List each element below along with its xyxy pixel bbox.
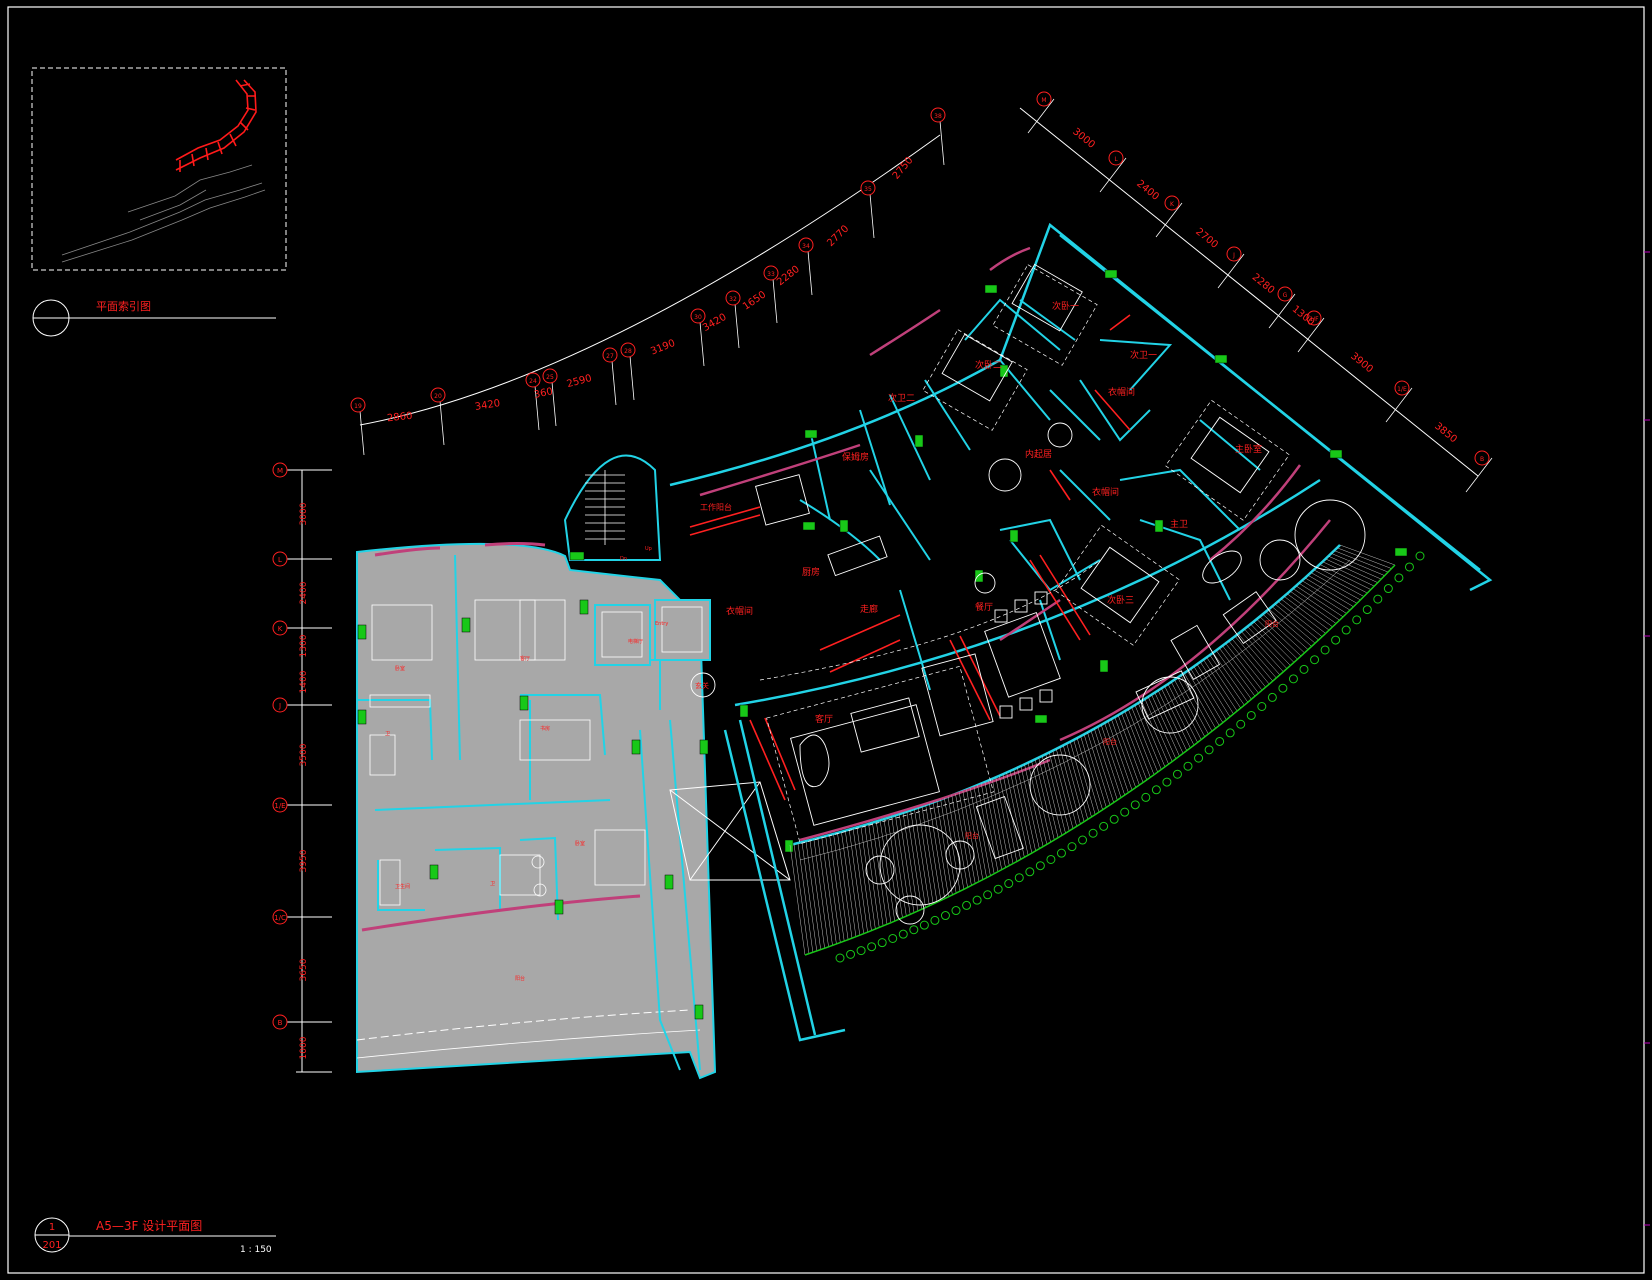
canvas-background bbox=[0, 0, 1652, 1280]
svg-text:卫生间: 卫生间 bbox=[395, 883, 410, 890]
room-label-yangtai1: 阳台 bbox=[1265, 619, 1279, 628]
axis-label-right: M bbox=[1041, 97, 1046, 104]
room-label-yangtai2: 阳台 bbox=[1103, 737, 1117, 746]
room-label-ciwo2: 次卧二 bbox=[975, 359, 1002, 371]
room-label-ciwei1: 次卫一 bbox=[1130, 349, 1157, 361]
room-label-ciwei2: 次卫二 bbox=[888, 392, 915, 404]
axis-label-top: 28 bbox=[624, 348, 632, 355]
room-label-keting: 客厅 bbox=[815, 713, 833, 725]
dimension-left: 2400 bbox=[299, 581, 309, 604]
axis-label-right: B bbox=[1480, 456, 1484, 463]
key-plan-title: 平面索引图 bbox=[96, 299, 151, 313]
room-label-chufang: 厨房 bbox=[802, 566, 820, 578]
axis-label-right: 1/E bbox=[1397, 386, 1407, 393]
axis-label-left: M bbox=[277, 467, 283, 475]
svg-text:客厅: 客厅 bbox=[520, 655, 530, 662]
dimension-left: 1000 bbox=[299, 1036, 309, 1059]
axis-label-top: 19 bbox=[354, 403, 362, 410]
dimension-left: 3650 bbox=[299, 958, 309, 981]
svg-text:卫: 卫 bbox=[490, 881, 495, 887]
axis-label-top: 32 bbox=[729, 296, 737, 303]
dimension-left: 1300 bbox=[299, 634, 309, 657]
room-label-ciwo3: 次卧三 bbox=[1107, 594, 1134, 606]
room-label-yimaojian1: 衣帽间 bbox=[1108, 386, 1135, 398]
room-label-yimaojian3: 衣帽间 bbox=[726, 605, 753, 617]
axis-label-left: L bbox=[278, 556, 282, 564]
axis-label-left: 1/C bbox=[274, 914, 286, 922]
drawing-scale: 1 : 150 bbox=[240, 1245, 272, 1255]
axis-label-top: 38 bbox=[934, 113, 942, 120]
room-label-yimaojian2: 衣帽间 bbox=[1092, 486, 1119, 498]
room-label-zhuwei: 主卫 bbox=[1170, 518, 1188, 530]
sheet-number: 1 bbox=[49, 1222, 55, 1233]
room-label-ciwo1: 次卧一 bbox=[1052, 300, 1079, 312]
svg-text:Dn: Dn bbox=[620, 556, 627, 562]
axis-label-top: 24 bbox=[529, 378, 537, 385]
room-label-yangtai3: 阳台 bbox=[965, 831, 979, 840]
dimension-left: 1400 bbox=[299, 670, 309, 693]
axis-label-top: 27 bbox=[606, 353, 614, 360]
drawing-number: 201 bbox=[42, 1240, 61, 1251]
dimension-left: 3950 bbox=[299, 849, 309, 872]
axis-label-left: K bbox=[278, 625, 283, 633]
room-label-diantingjian: 电梯厅 bbox=[628, 638, 643, 645]
axis-label-right: G bbox=[1283, 292, 1288, 299]
svg-text:卫: 卫 bbox=[385, 731, 390, 737]
dimension-left: 3000 bbox=[299, 502, 309, 525]
drawing-title: A5—3F 设计平面图 bbox=[96, 1219, 202, 1233]
axis-label-top: 33 bbox=[767, 271, 775, 278]
svg-text:Entry: Entry bbox=[655, 621, 668, 627]
room-label-baomufang: 保姆房 bbox=[842, 451, 869, 463]
room-label-canting: 餐厅 bbox=[975, 601, 993, 613]
axis-label-top: 30 bbox=[694, 314, 702, 321]
svg-text:书房: 书房 bbox=[540, 725, 550, 732]
axis-label-top: 35 bbox=[864, 186, 872, 193]
room-label-neiqijian: 内起居 bbox=[1025, 448, 1052, 460]
axis-label-top: 20 bbox=[434, 393, 442, 400]
room-label-xuanguan: 玄关 bbox=[695, 681, 709, 690]
svg-text:Up: Up bbox=[645, 546, 652, 552]
svg-text:阳台: 阳台 bbox=[515, 975, 525, 982]
axis-label-top: 25 bbox=[546, 374, 554, 381]
axis-label-left: 1/E bbox=[274, 802, 285, 810]
room-label-gongzuo: 工作阳台 bbox=[700, 502, 732, 512]
room-label-zouliang: 走廊 bbox=[860, 603, 878, 615]
axis-label-right: J bbox=[1232, 252, 1235, 259]
svg-text:卧室: 卧室 bbox=[395, 665, 405, 672]
axis-label-top: 34 bbox=[802, 243, 810, 250]
axis-label-left: J bbox=[278, 702, 281, 710]
cad-floor-plan: 平面索引图 卧室客厅 书房卫 卫生间 卫 卧室阳台 EntryDnUp MLKJ… bbox=[0, 0, 1652, 1280]
svg-text:卧室: 卧室 bbox=[575, 840, 585, 847]
axis-label-left: B bbox=[278, 1019, 283, 1027]
dimension-left: 3500 bbox=[299, 743, 309, 766]
room-label-zhuwoshi: 主卧室 bbox=[1235, 443, 1262, 455]
